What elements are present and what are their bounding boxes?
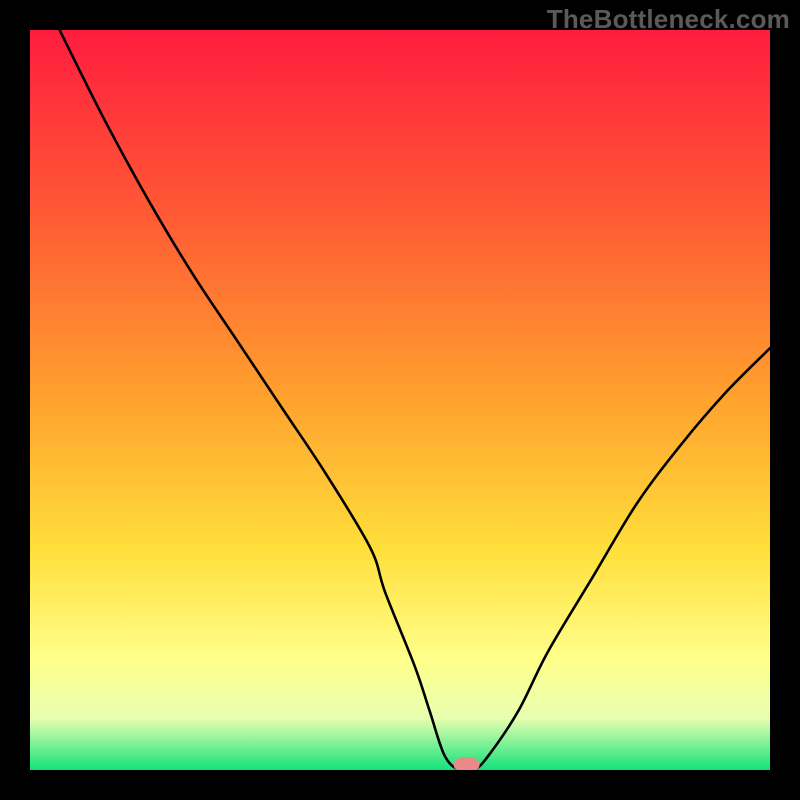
bottleneck-plot [30, 30, 770, 770]
plot-background [30, 30, 770, 770]
chart-frame: TheBottleneck.com [0, 0, 800, 800]
